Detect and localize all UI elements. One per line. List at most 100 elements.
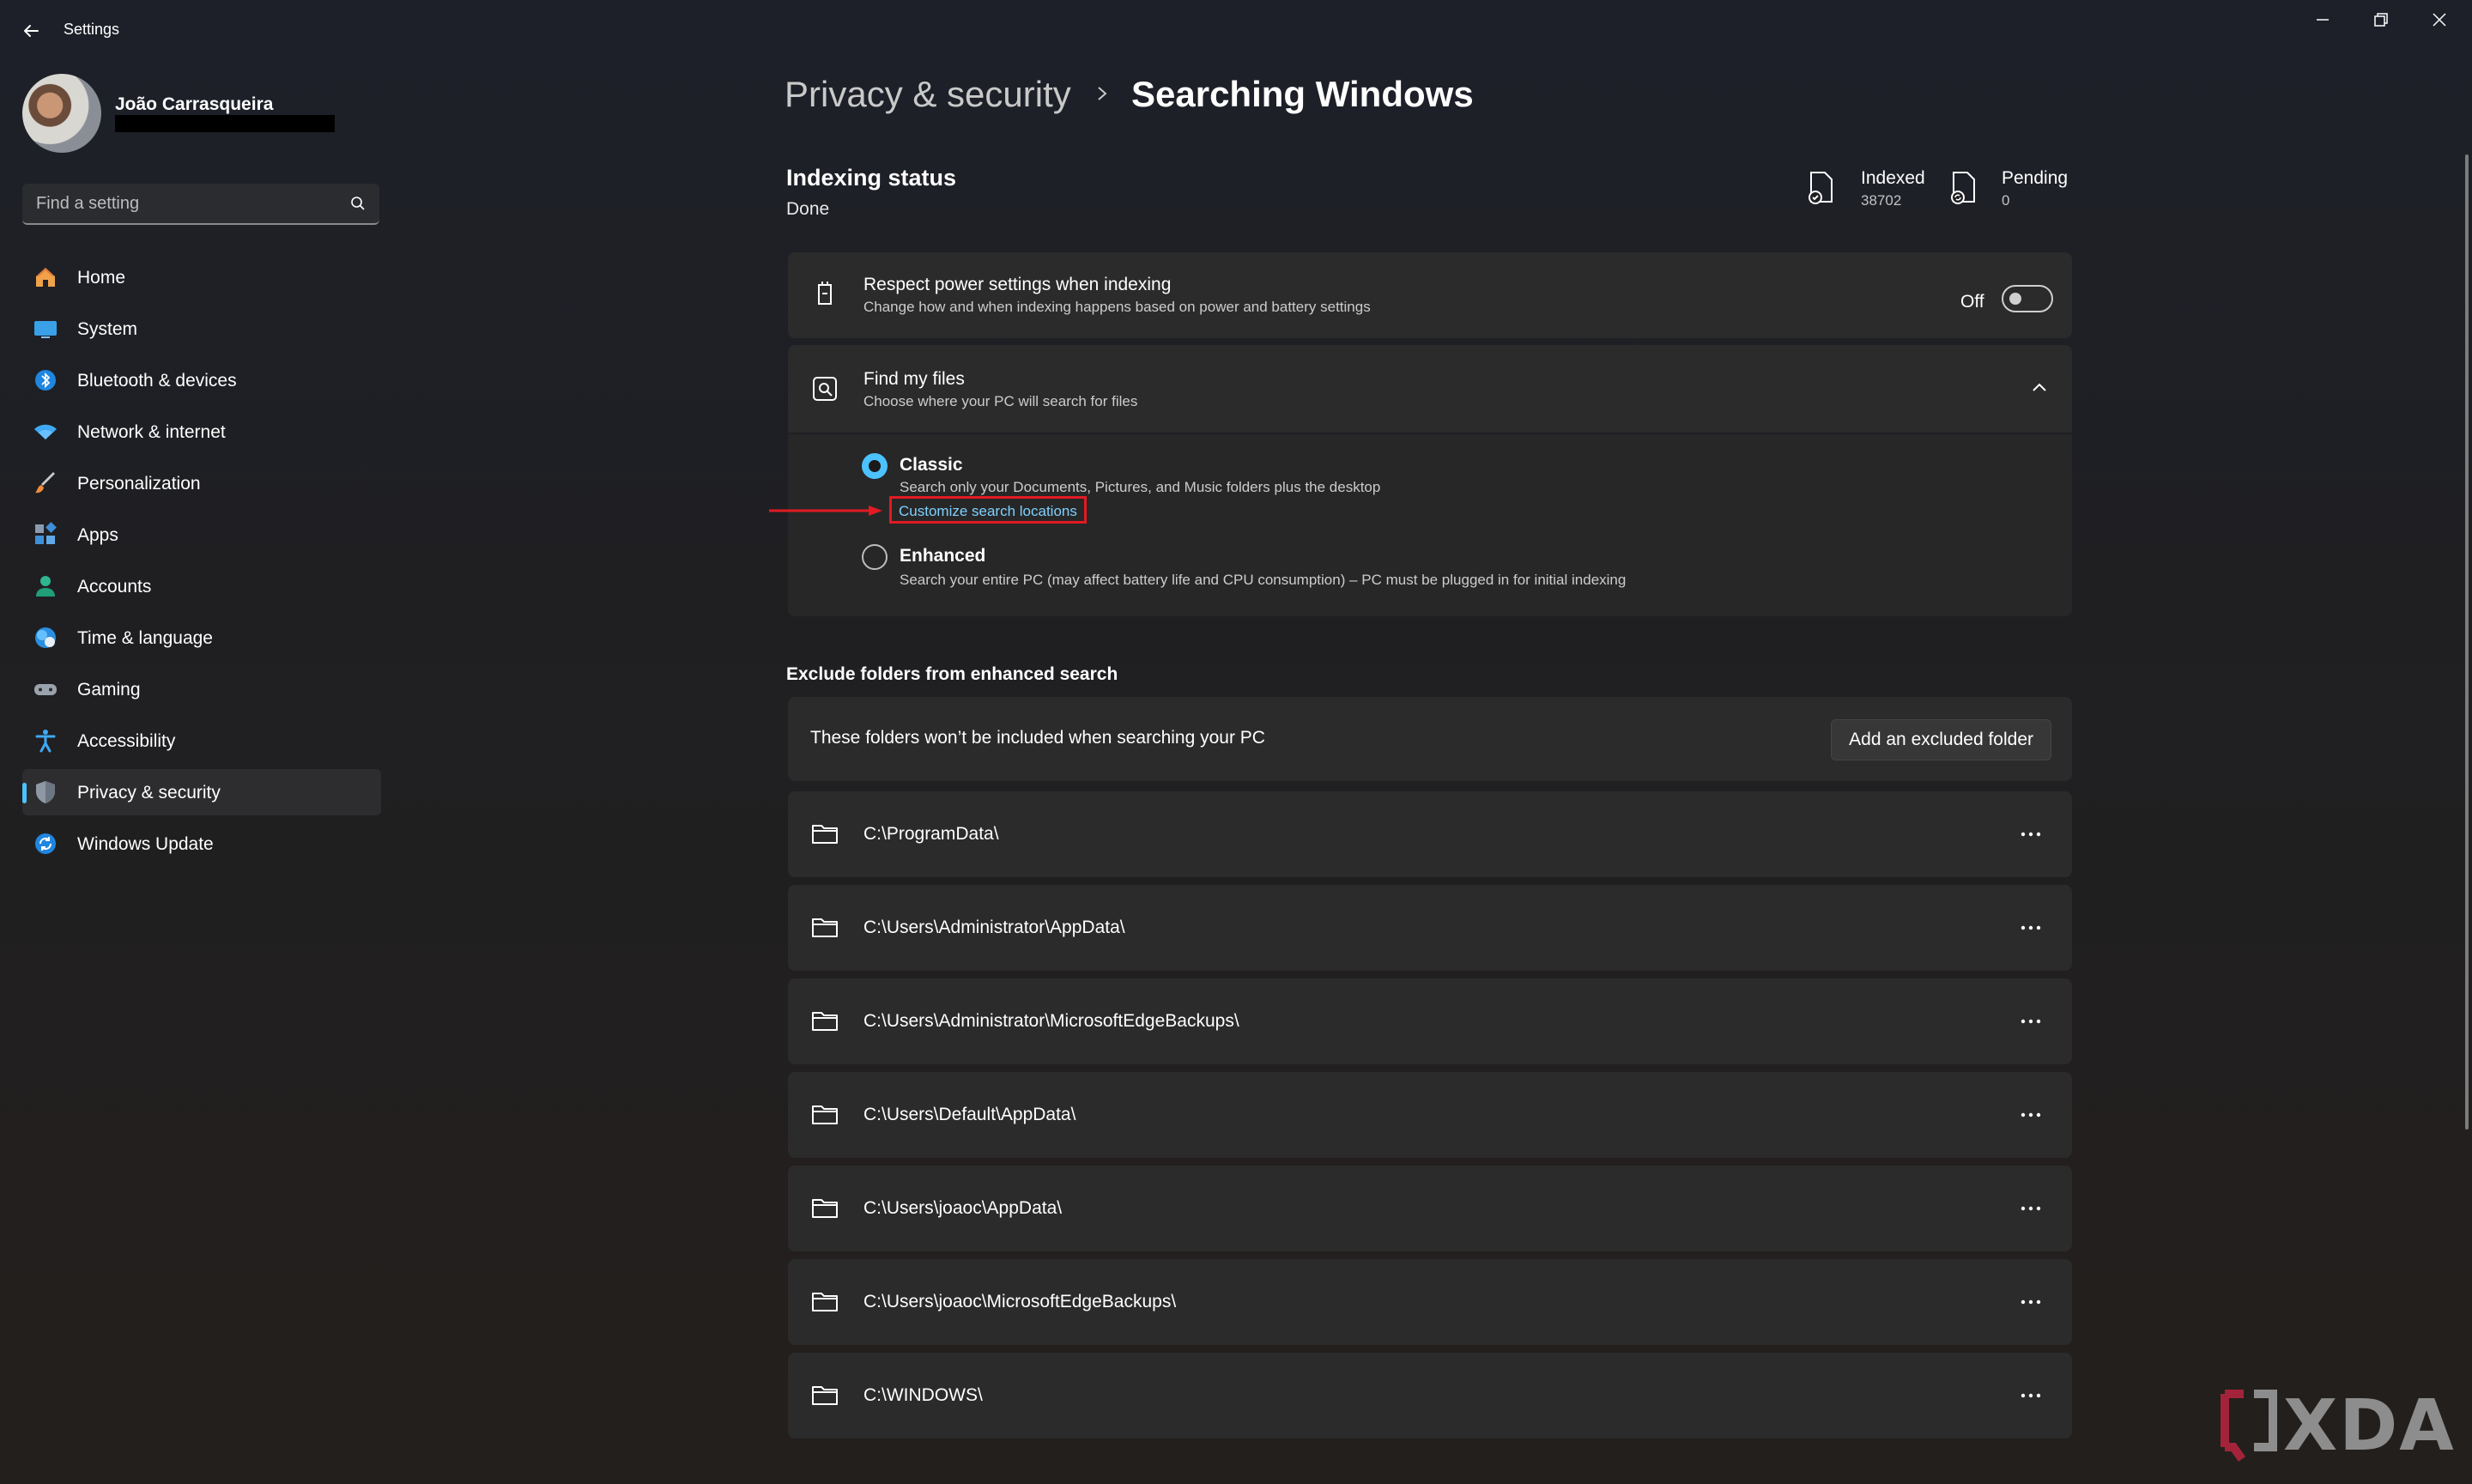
home-icon	[33, 264, 58, 290]
watermark-text: XDA	[2283, 1385, 2456, 1467]
more-options-icon[interactable]	[2015, 1011, 2046, 1032]
power-settings-toggle[interactable]	[2002, 285, 2053, 312]
sidebar-item-personalization[interactable]: Personalization	[22, 460, 381, 506]
gamepad-icon	[33, 676, 58, 702]
folder-path: C:\WINDOWS\	[863, 1385, 983, 1405]
globe-icon	[33, 625, 58, 651]
find-my-files-header[interactable]: Find my files Choose where your PC will …	[788, 345, 2072, 433]
folder-icon	[810, 1099, 839, 1129]
link-highlight-box: Customize search locations	[889, 496, 1087, 524]
sidebar-item-label: Apps	[77, 525, 118, 545]
breadcrumb-parent[interactable]: Privacy & security	[785, 74, 1071, 115]
back-arrow-icon	[24, 25, 39, 37]
toggle-state-label: Off	[1960, 292, 1984, 312]
classic-radio[interactable]	[862, 453, 888, 479]
sidebar-item-label: Personalization	[77, 474, 201, 494]
excluded-folder-row: C:\Users\Administrator\MicrosoftEdgeBack…	[788, 978, 2072, 1064]
search-file-icon	[810, 374, 839, 403]
customize-search-locations-link[interactable]: Customize search locations	[899, 503, 1077, 519]
xda-logo-icon	[2220, 1389, 2280, 1466]
page-title: Searching Windows	[1131, 74, 1474, 114]
sidebar-item-apps[interactable]: Apps	[22, 512, 381, 558]
pending-file-icon	[1947, 170, 1981, 208]
back-button[interactable]	[19, 19, 43, 43]
enhanced-radio[interactable]	[862, 544, 888, 570]
folder-icon	[810, 819, 839, 848]
sidebar-item-privacy-security[interactable]: Privacy & security	[22, 769, 381, 815]
sidebar-item-label: Privacy & security	[77, 783, 221, 803]
folder-icon	[810, 1193, 839, 1222]
scrollbar[interactable]	[2465, 154, 2469, 1130]
apps-icon	[33, 522, 58, 548]
sidebar-item-label: Gaming	[77, 680, 141, 700]
find-my-files-options: Classic Search only your Documents, Pict…	[788, 434, 2072, 616]
indexed-count: 38702	[1861, 192, 1902, 209]
sidebar-item-label: Accounts	[77, 577, 152, 597]
accessibility-icon	[33, 728, 58, 754]
exclude-section-title: Exclude folders from enhanced search	[786, 664, 1118, 684]
excluded-folder-row: C:\Users\joaoc\AppData\	[788, 1166, 2072, 1251]
shield-icon	[33, 779, 58, 805]
close-icon	[2433, 13, 2446, 27]
find-my-files-description: Choose where your PC will search for fil…	[863, 393, 1138, 409]
sidebar-item-label: Windows Update	[77, 834, 214, 854]
wifi-icon	[33, 419, 58, 445]
more-options-icon[interactable]	[2015, 824, 2046, 845]
more-options-icon[interactable]	[2015, 1385, 2046, 1406]
sidebar-item-accessibility[interactable]: Accessibility	[22, 718, 381, 764]
update-icon	[33, 831, 58, 857]
more-options-icon[interactable]	[2015, 1105, 2046, 1125]
plug-icon	[810, 280, 839, 309]
folder-path: C:\Users\Administrator\MicrosoftEdgeBack…	[863, 1011, 1239, 1031]
excluded-folder-row: C:\Users\joaoc\MicrosoftEdgeBackups\	[788, 1259, 2072, 1345]
sidebar-item-time-language[interactable]: Time & language	[22, 615, 381, 661]
add-excluded-folder-button[interactable]: Add an excluded folder	[1831, 719, 2051, 760]
pending-label: Pending	[2002, 168, 2069, 188]
excluded-folder-row: C:\ProgramData\	[788, 791, 2072, 877]
more-options-icon[interactable]	[2015, 918, 2046, 938]
excluded-folder-row: C:\Users\Default\AppData\	[788, 1072, 2072, 1158]
power-settings-title: Respect power settings when indexing	[863, 275, 1172, 294]
indexed-file-icon	[1804, 170, 1839, 208]
sidebar-item-label: System	[77, 319, 138, 339]
enhanced-option-title[interactable]: Enhanced	[900, 546, 985, 566]
folder-icon	[810, 912, 839, 942]
chevron-up-icon[interactable]	[2029, 378, 2050, 398]
search-icon[interactable]	[350, 196, 366, 211]
search-box[interactable]	[22, 184, 379, 225]
folder-icon	[810, 1380, 839, 1409]
close-button[interactable]	[2414, 7, 2465, 33]
more-options-icon[interactable]	[2015, 1292, 2046, 1312]
sidebar-item-network[interactable]: Network & internet	[22, 409, 381, 455]
restore-button[interactable]	[2355, 7, 2407, 33]
avatar[interactable]	[22, 74, 101, 153]
search-input[interactable]	[36, 184, 328, 223]
folder-path: C:\Users\joaoc\AppData\	[863, 1198, 1063, 1218]
system-icon	[33, 316, 58, 342]
profile-email-redacted	[115, 115, 335, 132]
sidebar-item-accounts[interactable]: Accounts	[22, 563, 381, 609]
selected-indicator	[22, 783, 27, 803]
power-settings-card: Respect power settings when indexing Cha…	[788, 252, 2072, 338]
folder-path: C:\Users\Administrator\AppData\	[863, 918, 1125, 937]
sidebar-item-system[interactable]: System	[22, 306, 381, 352]
classic-option-title[interactable]: Classic	[900, 455, 963, 475]
classic-option-description: Search only your Documents, Pictures, an…	[900, 479, 1381, 495]
minimize-icon	[2317, 19, 2329, 21]
bluetooth-icon	[33, 367, 58, 393]
sidebar-item-bluetooth[interactable]: Bluetooth & devices	[22, 357, 381, 403]
sidebar-item-windows-update[interactable]: Windows Update	[22, 821, 381, 867]
toggle-knob	[2009, 293, 2021, 305]
folder-icon	[810, 1287, 839, 1316]
sidebar-item-home[interactable]: Home	[22, 254, 381, 300]
indexing-status-title: Indexing status	[786, 165, 957, 191]
excluded-folder-row: C:\WINDOWS\	[788, 1353, 2072, 1439]
minimize-button[interactable]	[2297, 7, 2348, 33]
sidebar-item-label: Accessibility	[77, 731, 176, 751]
window-title: Settings	[64, 21, 120, 38]
indexed-label: Indexed	[1861, 168, 1925, 188]
sidebar-item-label: Network & internet	[77, 422, 226, 442]
more-options-icon[interactable]	[2015, 1198, 2046, 1219]
folder-icon	[810, 1006, 839, 1035]
sidebar-item-gaming[interactable]: Gaming	[22, 666, 381, 712]
